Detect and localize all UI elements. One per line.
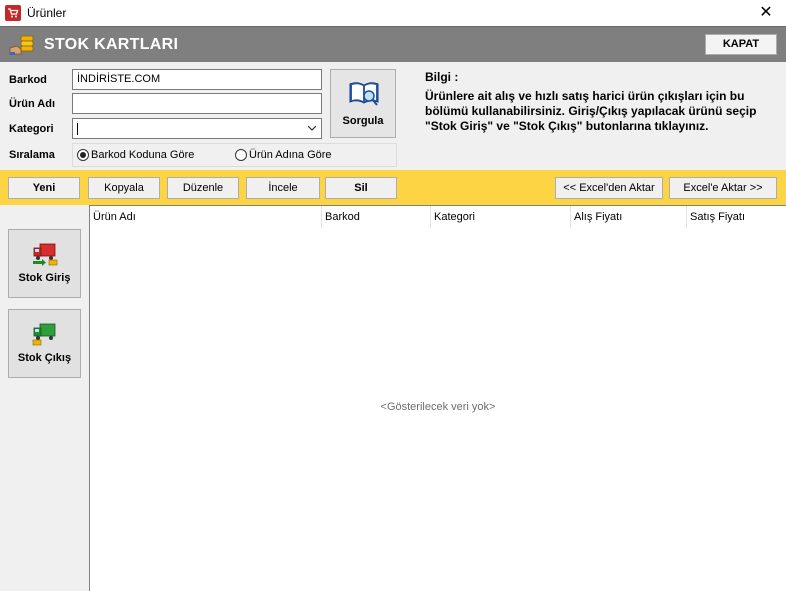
info-title: Bilgi : [425,70,459,84]
cart-icon [5,5,21,21]
urun-adi-input[interactable] [72,93,322,114]
chevron-down-icon [307,125,317,131]
urun-adi-label: Ürün Adı [9,98,56,110]
empty-grid-message: <Gösterilecek veri yok> [380,401,496,413]
stock-out-button[interactable]: Stok Çıkış [8,309,81,378]
export-excel-button[interactable]: Excel'e Aktar >> [669,177,777,199]
column-satis-fiyati[interactable]: Satış Fiyatı [687,206,786,228]
coins-stack-icon [9,34,35,56]
filter-form: Barkod İNDİRİSTE.COM Ürün Adı Kategori S… [0,62,786,170]
sort-options: Barkod Koduna Göre Ürün Adına Göre [72,143,397,167]
column-alis-fiyati[interactable]: Alış Fiyatı [571,206,687,228]
delete-button[interactable]: Sil [325,177,397,199]
info-text: Ürünlere ait alış ve hızlı satış harici … [425,89,757,133]
new-button[interactable]: Yeni [8,177,80,199]
page-title: STOK KARTLARI [44,36,179,53]
text-cursor [77,123,78,135]
query-button-label: Sorgula [342,115,384,127]
stock-sidebar: Stok Giriş Stok Çıkış [0,205,89,591]
column-urun-adi[interactable]: Ürün Adı [90,206,322,228]
barkod-label: Barkod [9,74,47,86]
book-search-icon [349,82,379,106]
page-header: STOK KARTLARI KAPAT [0,26,786,62]
action-toolbar: Yeni Kopyala Düzenle İncele Sil << Excel… [0,170,786,205]
edit-button[interactable]: Düzenle [167,177,239,199]
truck-out-icon [32,323,56,346]
copy-button[interactable]: Kopyala [88,177,160,199]
grid-header: Ürün Adı Barkod Kategori Alış Fiyatı Sat… [90,206,786,228]
sort-by-name-label: Ürün Adına Göre [249,149,332,161]
radio-dot [235,149,247,161]
sort-by-barcode-label: Barkod Koduna Göre [91,149,195,161]
window-close-button[interactable]: ✕ [746,0,786,26]
import-excel-button[interactable]: << Excel'den Aktar [555,177,663,199]
stock-in-button[interactable]: Stok Giriş [8,229,81,298]
sort-by-name-radio[interactable]: Ürün Adına Göre [235,149,332,161]
stock-in-label: Stok Giriş [18,272,71,284]
inspect-button[interactable]: İncele [246,177,320,199]
column-kategori[interactable]: Kategori [431,206,571,228]
siralama-label: Sıralama [9,149,55,161]
kategori-label: Kategori [9,123,54,135]
window-titlebar: Ürünler ✕ [0,0,786,26]
close-form-button[interactable]: KAPAT [705,34,777,55]
barkod-input[interactable]: İNDİRİSTE.COM [72,69,322,90]
sort-by-barcode-radio[interactable]: Barkod Koduna Göre [77,149,194,161]
truck-in-icon [33,243,58,266]
column-barkod[interactable]: Barkod [322,206,431,228]
stock-out-label: Stok Çıkış [17,352,72,364]
radio-dot-selected [77,149,89,161]
kategori-select[interactable] [72,118,322,139]
window-title: Ürünler [27,6,67,20]
products-grid[interactable]: Ürün Adı Barkod Kategori Alış Fiyatı Sat… [89,205,786,591]
query-button[interactable]: Sorgula [330,69,396,138]
